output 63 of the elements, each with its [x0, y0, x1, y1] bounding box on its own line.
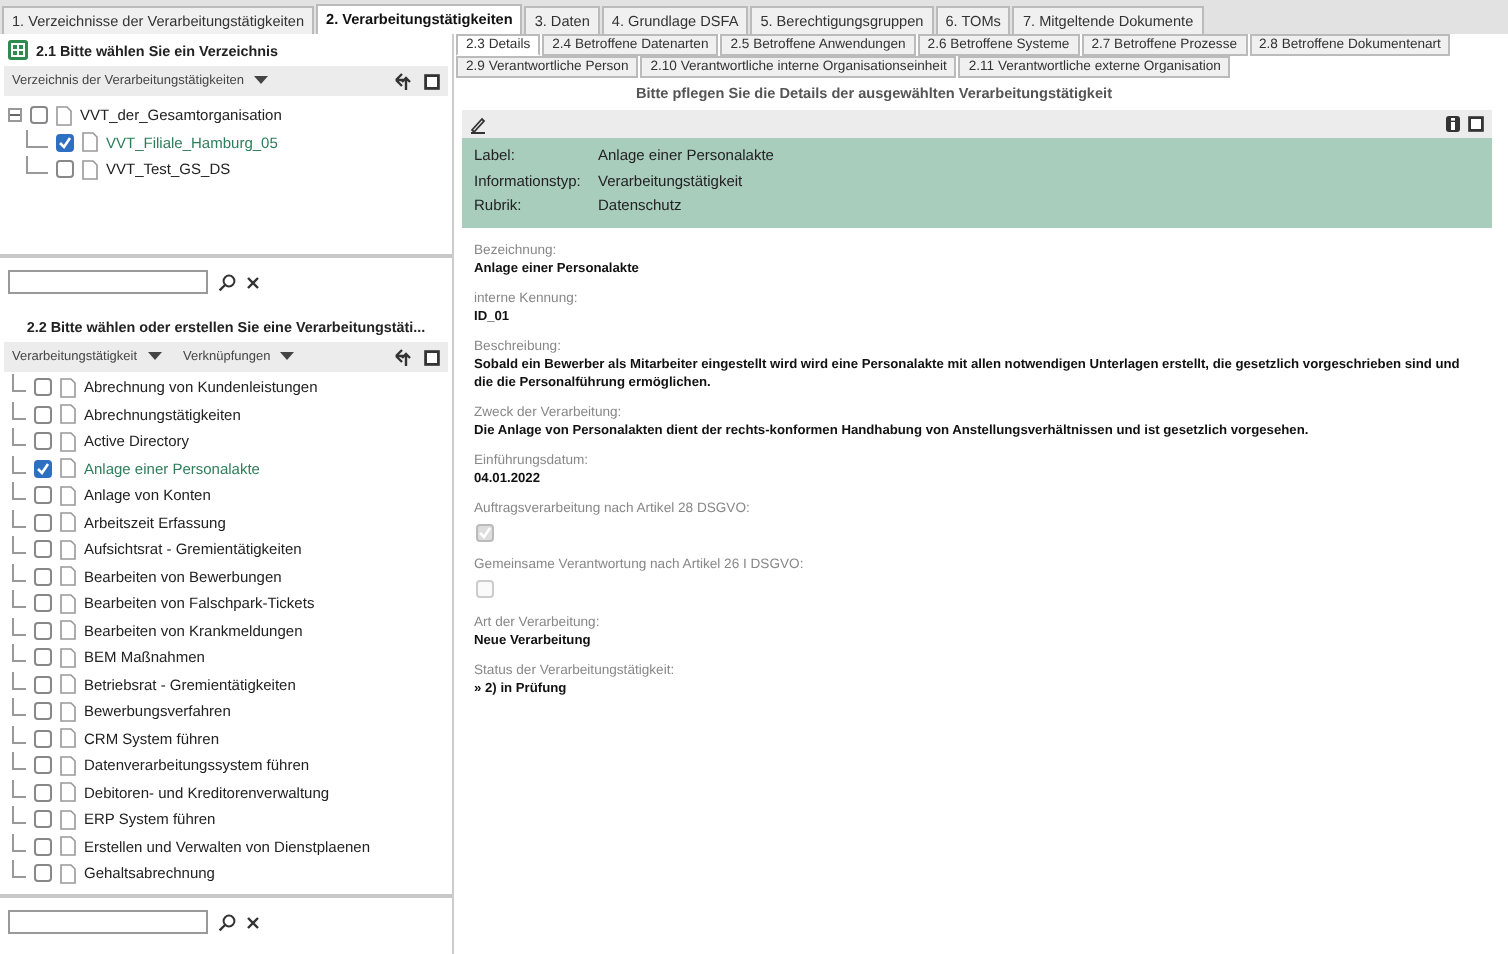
info-icon[interactable] — [1446, 116, 1460, 132]
caret-icon[interactable] — [280, 352, 295, 362]
maximize-icon[interactable] — [1468, 116, 1484, 132]
checkbox[interactable] — [34, 648, 52, 667]
search-icon[interactable] — [218, 913, 236, 931]
maximize-icon[interactable] — [424, 349, 440, 365]
document-icon — [60, 620, 76, 641]
document-icon — [60, 566, 76, 587]
document-icon — [60, 458, 76, 479]
pencil-icon[interactable] — [470, 115, 486, 133]
document-icon — [60, 485, 76, 506]
checkbox[interactable] — [34, 567, 52, 586]
close-icon[interactable] — [246, 915, 260, 929]
checkbox[interactable] — [34, 675, 52, 694]
document-icon — [60, 647, 76, 668]
checkbox[interactable] — [34, 432, 52, 451]
collapse-icon[interactable] — [8, 108, 22, 123]
checkbox[interactable] — [476, 523, 494, 541]
checkbox[interactable] — [34, 513, 52, 532]
grid-icon — [8, 40, 28, 60]
checkbox[interactable] — [34, 756, 52, 775]
document-icon — [60, 728, 76, 749]
document-icon — [60, 701, 76, 722]
expand-collapse-icon[interactable] — [394, 71, 416, 91]
checkbox[interactable] — [34, 810, 52, 829]
document-icon — [60, 809, 76, 830]
document-icon — [60, 539, 76, 560]
document-icon — [60, 512, 76, 533]
document-icon — [60, 836, 76, 857]
checkbox[interactable] — [34, 486, 52, 505]
checkbox[interactable] — [34, 378, 52, 397]
checkbox[interactable] — [30, 106, 48, 125]
checkbox[interactable] — [34, 621, 52, 640]
document-icon — [60, 674, 76, 695]
document-icon — [56, 105, 72, 126]
checkbox[interactable] — [34, 405, 52, 424]
checkbox[interactable] — [34, 837, 52, 856]
search-field[interactable] — [8, 910, 208, 934]
document-icon — [60, 755, 76, 776]
maximize-icon[interactable] — [424, 73, 440, 89]
document-icon — [60, 593, 76, 614]
document-icon — [82, 159, 98, 180]
document-icon — [60, 782, 76, 803]
checkbox[interactable] — [34, 729, 52, 748]
checkbox[interactable] — [34, 459, 52, 478]
document-icon — [60, 863, 76, 884]
checkbox[interactable] — [56, 133, 74, 152]
checkbox[interactable] — [34, 594, 52, 613]
checkbox[interactable] — [34, 864, 52, 883]
checkbox[interactable] — [34, 540, 52, 559]
close-icon[interactable] — [246, 275, 260, 289]
expand-collapse-icon[interactable] — [394, 347, 416, 367]
checkbox[interactable] — [56, 160, 74, 179]
checkbox[interactable] — [34, 702, 52, 721]
document-icon — [82, 132, 98, 153]
document-icon — [60, 404, 76, 425]
document-icon — [60, 431, 76, 452]
document-icon — [60, 377, 76, 398]
search-field[interactable] — [8, 270, 208, 294]
caret-icon[interactable] — [147, 352, 162, 362]
caret-icon[interactable] — [254, 76, 268, 86]
checkbox[interactable] — [34, 783, 52, 802]
search-icon[interactable] — [218, 273, 236, 291]
